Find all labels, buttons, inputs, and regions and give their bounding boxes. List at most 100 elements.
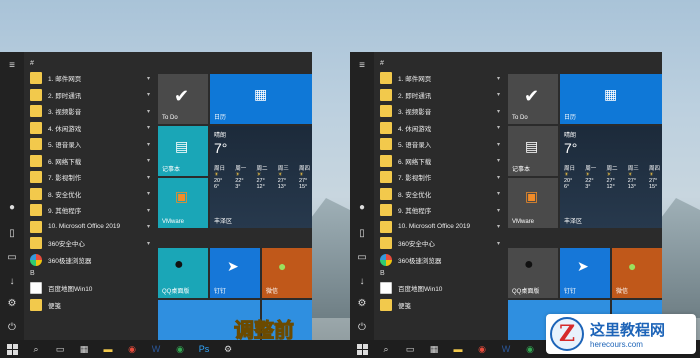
list-item[interactable]: 360极速浏览器 bbox=[376, 252, 504, 269]
list-item[interactable]: 10. Microsoft Office 2019 ▾ bbox=[26, 219, 154, 236]
list-item[interactable]: 便笺 bbox=[376, 297, 504, 314]
hamburger-icon[interactable]: ≡ bbox=[6, 60, 18, 72]
list-item[interactable]: 1. 邮件网页 ▾ bbox=[26, 70, 154, 87]
app-list: # 1. 邮件网页 ▾ 2. 即时通讯 ▾ 3. 视频影音 ▾ 4. 休闲游戏 ▾ 5.… bbox=[376, 58, 504, 313]
folder-icon bbox=[30, 88, 42, 101]
tile-notepad[interactable]: ▤ 记事本 bbox=[508, 126, 558, 176]
folder-icon bbox=[380, 138, 392, 151]
calculator-icon[interactable]: ▦ bbox=[77, 342, 91, 356]
list-item[interactable]: 360安全中心 ▾ bbox=[376, 235, 504, 252]
list-item[interactable]: 360极速浏览器 bbox=[26, 252, 154, 269]
letter-header-hash[interactable]: # bbox=[376, 58, 504, 70]
tile-qq[interactable]: ● QQ桌面版 bbox=[158, 248, 208, 298]
letter-header-hash[interactable]: # bbox=[26, 58, 154, 70]
search-icon[interactable]: ⌕ bbox=[29, 342, 43, 356]
user-icon[interactable]: ● bbox=[6, 202, 18, 214]
folder-icon bbox=[380, 237, 392, 250]
list-item[interactable]: 7. 影视制作 ▾ bbox=[26, 169, 154, 186]
pictures-icon[interactable]: ▭ bbox=[356, 252, 368, 264]
tile-vmware[interactable]: ▣ VMware bbox=[508, 178, 558, 228]
list-item[interactable]: 2. 即时通讯 ▾ bbox=[26, 87, 154, 104]
calendar-icon: ▦ bbox=[604, 86, 618, 102]
list-item[interactable]: 3. 视频影音 ▾ bbox=[376, 103, 504, 120]
list-item[interactable]: 6. 网络下载 ▾ bbox=[26, 153, 154, 170]
file-explorer-icon[interactable]: ▬ bbox=[451, 342, 465, 356]
downloads-icon[interactable]: ↓ bbox=[356, 276, 368, 288]
tile-todo[interactable]: ✔ To Do bbox=[508, 74, 558, 124]
list-item[interactable]: 9. 其他程序 ▾ bbox=[26, 202, 154, 219]
downloads-icon[interactable]: ↓ bbox=[6, 276, 18, 288]
tile-wechat[interactable]: ● 微信 bbox=[612, 248, 662, 298]
word-icon[interactable]: W bbox=[499, 342, 513, 356]
list-item[interactable]: 8. 安全优化 ▾ bbox=[26, 186, 154, 203]
search-icon[interactable]: ⌕ bbox=[379, 342, 393, 356]
chevron-down-icon: ▾ bbox=[496, 240, 500, 247]
tile-dingtalk[interactable]: ➤ 钉钉 bbox=[210, 248, 260, 298]
chevron-down-icon: ▾ bbox=[146, 174, 150, 181]
word-icon[interactable]: W bbox=[149, 342, 163, 356]
list-item[interactable]: 360安全中心 ▾ bbox=[26, 235, 154, 252]
list-item[interactable]: 百度地图Win10 bbox=[376, 280, 504, 297]
documents-icon[interactable]: ▯ bbox=[6, 228, 18, 240]
hamburger-icon[interactable]: ≡ bbox=[356, 60, 368, 72]
list-item[interactable]: 7. 影视制作 ▾ bbox=[376, 169, 504, 186]
list-item[interactable]: 百度地图Win10 bbox=[26, 280, 154, 297]
list-item[interactable]: 5. 语音录入 ▾ bbox=[376, 136, 504, 153]
chrome-icon[interactable]: ◉ bbox=[173, 342, 187, 356]
task-view-icon[interactable]: ▭ bbox=[403, 342, 417, 356]
tile-calendar[interactable]: ▦ 日历 bbox=[560, 74, 662, 124]
list-item[interactable]: 便笺 bbox=[26, 297, 154, 314]
folder-icon bbox=[30, 121, 42, 134]
start-button[interactable] bbox=[355, 342, 369, 356]
browser-icon[interactable]: ◉ bbox=[475, 342, 489, 356]
browser-icon[interactable]: ◉ bbox=[125, 342, 139, 356]
start-rail: ≡ ● ▯ ▭ ↓ ⚙ ⏻ bbox=[0, 52, 24, 340]
photoshop-icon[interactable]: Ps bbox=[197, 342, 211, 356]
list-item[interactable]: 5. 语音录入 ▾ bbox=[26, 136, 154, 153]
chrome-icon[interactable]: ◉ bbox=[523, 342, 537, 356]
browser-icon bbox=[380, 253, 392, 266]
tile-dingtalk[interactable]: ➤ 钉钉 bbox=[560, 248, 610, 298]
penguin-icon: ● bbox=[524, 256, 534, 273]
settings-icon[interactable]: ⚙ bbox=[221, 342, 235, 356]
list-item[interactable]: 1. 邮件网页 ▾ bbox=[376, 70, 504, 87]
list-item[interactable]: 9. 其他程序 ▾ bbox=[376, 202, 504, 219]
folder-icon bbox=[30, 171, 42, 184]
windows-icon bbox=[6, 343, 18, 355]
browser-icon bbox=[30, 253, 42, 266]
chevron-down-icon: ▾ bbox=[146, 108, 150, 115]
list-item[interactable]: 4. 休闲游戏 ▾ bbox=[26, 120, 154, 137]
letter-header-b[interactable]: B bbox=[376, 268, 504, 280]
file-explorer-icon[interactable]: ▬ bbox=[101, 342, 115, 356]
tile-weather[interactable]: 晴朗 7° 周日 ☀ 20° 6° 周一 ☀ 22° 3° 周二 ☀ 27° 12° 周三 ☀ 27°… bbox=[210, 126, 312, 228]
list-item[interactable]: 2. 即时通讯 ▾ bbox=[376, 87, 504, 104]
tile-calendar[interactable]: ▦ 日历 bbox=[210, 74, 312, 124]
user-icon[interactable]: ● bbox=[356, 202, 368, 214]
chevron-down-icon: ▾ bbox=[146, 92, 150, 99]
calculator-icon[interactable]: ▦ bbox=[427, 342, 441, 356]
tile-weather[interactable]: 晴朗 7° 周日 ☀ 20° 6° 周一 ☀ 22° 3° 周二 ☀ 27° 12° 周三 ☀ 27°… bbox=[560, 126, 662, 228]
settings-icon[interactable]: ⚙ bbox=[6, 298, 18, 310]
start-button[interactable] bbox=[5, 342, 19, 356]
chevron-down-icon: ▾ bbox=[146, 125, 150, 132]
weather-forecast: 周日 ☀ 20° 6° 周一 ☀ 22° 3° 周二 ☀ 27° 12° 周三 ☀ 27° 13° 周四… bbox=[564, 166, 660, 190]
pictures-icon[interactable]: ▭ bbox=[6, 252, 18, 264]
settings-icon[interactable]: ⚙ bbox=[356, 298, 368, 310]
power-icon[interactable]: ⏻ bbox=[356, 322, 368, 334]
tile-vmware[interactable]: ▣ VMware bbox=[158, 178, 208, 228]
tile-todo[interactable]: ✔ To Do bbox=[158, 74, 208, 124]
windows-icon bbox=[356, 343, 368, 355]
tile-qq[interactable]: ● QQ桌面版 bbox=[508, 248, 558, 298]
tile-notepad[interactable]: ▤ 记事本 bbox=[158, 126, 208, 176]
task-view-icon[interactable]: ▭ bbox=[53, 342, 67, 356]
list-item[interactable]: 10. Microsoft Office 2019 ▾ bbox=[376, 219, 504, 236]
chevron-down-icon: ▾ bbox=[146, 158, 150, 165]
power-icon[interactable]: ⏻ bbox=[6, 322, 18, 334]
letter-header-b[interactable]: B bbox=[26, 268, 154, 280]
list-item[interactable]: 4. 休闲游戏 ▾ bbox=[376, 120, 504, 137]
list-item[interactable]: 3. 视频影音 ▾ bbox=[26, 103, 154, 120]
list-item[interactable]: 6. 网络下载 ▾ bbox=[376, 153, 504, 170]
documents-icon[interactable]: ▯ bbox=[356, 228, 368, 240]
tile-wechat[interactable]: ● 微信 bbox=[262, 248, 312, 298]
list-item[interactable]: 8. 安全优化 ▾ bbox=[376, 186, 504, 203]
